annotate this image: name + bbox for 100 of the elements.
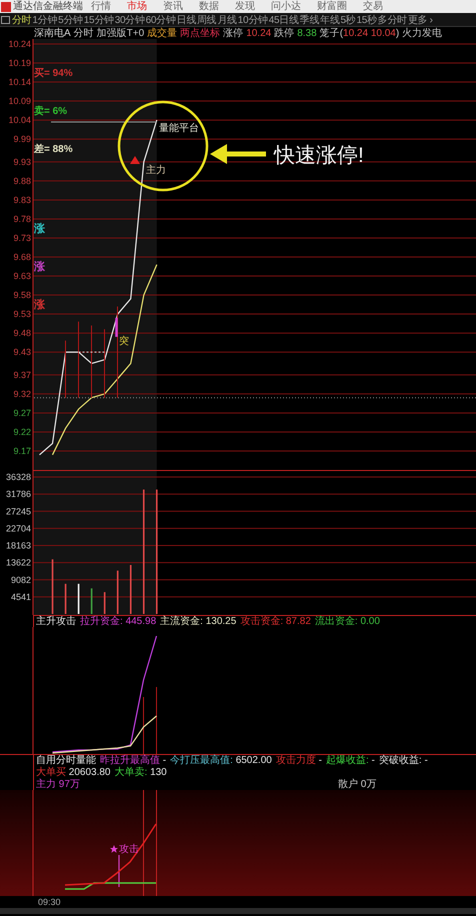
menu-tab[interactable]: 行情 [91, 0, 111, 13]
menu-tab[interactable]: 交易 [363, 0, 383, 13]
quote-info-text: 成交量 [147, 28, 178, 39]
period-tab[interactable]: 分时 [12, 12, 32, 26]
energy-stat: 起爆收益: - [326, 755, 375, 767]
period-tab[interactable]: 45日线 [268, 12, 299, 26]
price-tick-label: 9.83 [13, 194, 31, 205]
period-tab[interactable]: 5分钟 [58, 12, 83, 26]
energy-stat: 突破收益: - [378, 755, 428, 767]
quote-info-text: 跌停 [274, 28, 294, 39]
menu-tab[interactable]: 数据 [199, 0, 219, 13]
signal-marker: 涨 [34, 222, 45, 235]
breakout-label: 突 [119, 336, 129, 347]
period-tab[interactable]: 1分钟 [32, 12, 58, 26]
fund-stat: 主流资金: 130.25 [160, 616, 236, 627]
price-tick-label: 9.17 [13, 446, 31, 456]
quote-info-text: 两点坐标 [180, 28, 220, 39]
volume-tick-label: 31786 [6, 489, 31, 500]
quote-info-text: 分时 [74, 28, 94, 39]
price-tick-label: 9.78 [13, 214, 31, 224]
callout-text: 快速涨停! [274, 144, 364, 167]
menu-tab[interactable]: 资讯 [163, 0, 183, 13]
energy-stat: 攻击力度 - [276, 755, 322, 767]
trade-ratio: 卖= 6% [34, 106, 68, 118]
period-tab[interactable]: 日线 [176, 12, 196, 26]
menu-tab[interactable]: 财富圈 [317, 0, 347, 13]
trade-ratio: 买= 94% [34, 68, 73, 80]
quote-info-text: 深南电A [34, 28, 71, 39]
callout-arrow [210, 144, 266, 164]
price-tick-label: 9.99 [13, 134, 31, 144]
retail-amount: 散户 0万 [338, 779, 376, 791]
volume-tick-label: 22704 [6, 523, 31, 534]
quote-info-text: 加强版T+0 [96, 28, 144, 39]
menu-tab[interactable]: 问小达 [271, 0, 301, 13]
fund-stat: 攻击资金: 87.82 [240, 616, 311, 627]
period-tab[interactable]: 月线 [217, 12, 237, 26]
price-tick-label: 9.53 [13, 309, 31, 320]
energy-stat: 大单买 20603.80 [36, 767, 110, 778]
quote-info-text: 涨停 [223, 28, 244, 39]
attack-label: 攻击 [119, 844, 139, 855]
fund-stat: 拉升资金: 445.98 [80, 616, 156, 627]
period-tab[interactable]: 多分时 [378, 12, 407, 26]
price-tick-label: 9.48 [13, 328, 31, 338]
period-tab[interactable]: 更多 › [408, 12, 433, 26]
volume-tick-label: 13622 [6, 558, 31, 568]
period-tab[interactable]: 10分钟 [238, 12, 268, 26]
main-force-amount: 主力 97万 [36, 779, 81, 791]
period-tab[interactable]: 15秒 [356, 12, 377, 26]
quote-info-text: 10.24 10.04 [343, 28, 396, 39]
quote-info-text: 10.24 [246, 28, 272, 38]
fund-stat: 流出资金: 0.00 [314, 616, 380, 627]
time-label: 09:30 [38, 897, 61, 907]
energy-stat: 昨拉升最高值 - [100, 755, 166, 766]
price-tick-label: 10.09 [8, 96, 31, 106]
platform-label: 量能平台 [159, 123, 199, 134]
period-tab[interactable]: 15分钟 [84, 12, 114, 26]
price-tick-label: 10.14 [8, 77, 31, 88]
period-tab[interactable]: 30分钟 [114, 12, 145, 26]
price-tick-label: 10.04 [8, 115, 31, 126]
quote-info-text: ) [396, 28, 400, 39]
volume-tick-label: 9082 [10, 574, 31, 585]
price-tick-label: 9.22 [13, 426, 31, 437]
price-tick-label: 9.32 [13, 388, 31, 399]
price-tick-label: 9.68 [13, 252, 31, 262]
menu-tab[interactable]: 市场 [127, 0, 147, 13]
app-logo-icon [1, 2, 11, 12]
price-tick-label: 9.58 [13, 290, 31, 300]
price-tick-label: 9.37 [13, 370, 31, 380]
quote-info-text: 8.38 [297, 28, 317, 38]
price-tick-label: 10.19 [8, 58, 31, 68]
price-tick-label: 9.27 [13, 408, 31, 418]
volume-tick-label: 36328 [6, 472, 31, 482]
price-tick-label: 9.73 [13, 232, 31, 243]
indicator-title: 主升攻击 [36, 616, 76, 627]
price-tick-label: 9.88 [13, 176, 31, 186]
period-tab[interactable]: 5秒 [340, 12, 356, 26]
breakout-bar [115, 318, 118, 337]
quote-info-text: 火力发电 [402, 28, 442, 39]
buy-signal-icon [130, 156, 140, 164]
star-icon [110, 845, 118, 853]
trade-ratio: 差= 88% [34, 144, 73, 156]
period-tab[interactable]: 60分钟 [146, 12, 176, 26]
main-force-label: 主力 [146, 165, 166, 176]
volume-tick-label: 27245 [6, 506, 31, 516]
period-tab[interactable]: 年线 [320, 12, 340, 26]
signal-marker: 涨 [34, 261, 45, 273]
quote-info-text: 笼子( [320, 28, 344, 39]
period-tab[interactable]: 周线 [196, 12, 216, 26]
menu-tab[interactable]: 发现 [235, 0, 255, 13]
period-tab[interactable]: 季线 [300, 12, 320, 26]
price-tick-label: 10.24 [8, 39, 31, 49]
energy-stat: 今打压最高值: 6502.00 [170, 755, 272, 767]
attack-signal-line [118, 855, 120, 887]
volume-tick-label: 18163 [6, 540, 31, 550]
price-tick-label: 9.93 [13, 156, 31, 167]
volume-bar [130, 564, 132, 614]
signal-marker: 涨 [34, 299, 45, 312]
volume-tick-label: 4541 [10, 592, 31, 602]
indicator-title: 自用分时量能 [36, 755, 96, 766]
window-icon[interactable] [1, 16, 10, 24]
